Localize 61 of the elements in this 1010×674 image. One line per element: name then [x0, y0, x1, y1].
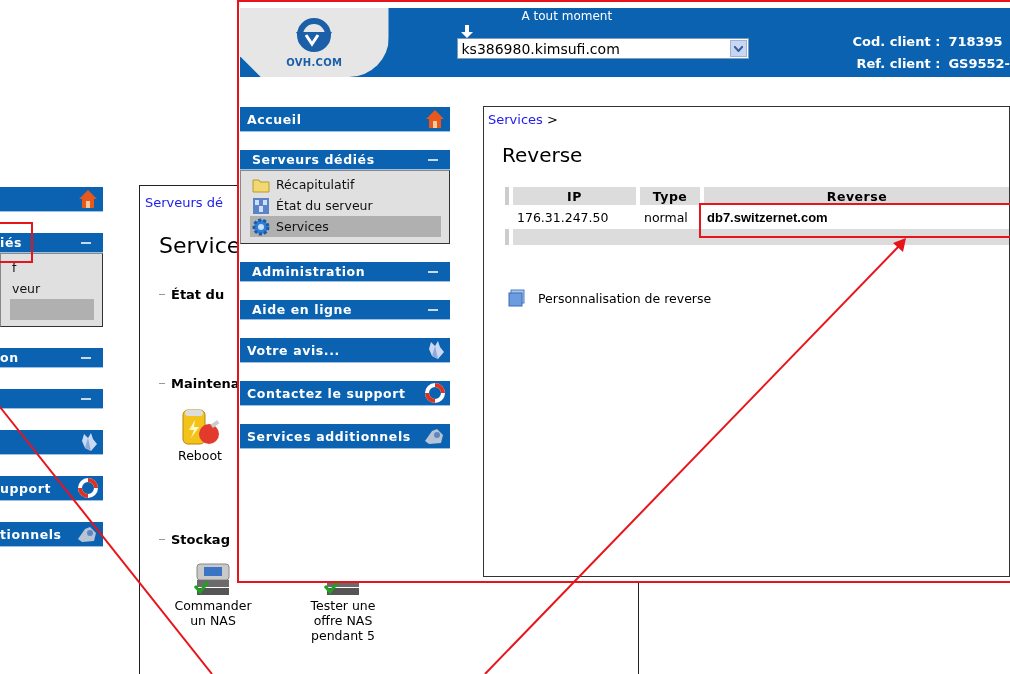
logo-text: OVH.COM: [286, 56, 343, 68]
sidebar-menu-header[interactable]: Contactez le support: [240, 381, 450, 406]
section-heading: État du: [171, 287, 225, 302]
lifebuoy-icon: [425, 383, 445, 403]
sidebar-menu-header[interactable]: iés: [0, 233, 103, 253]
section-heading: Stockag: [171, 532, 230, 547]
server-status-icon: [252, 196, 270, 215]
breadcrumb-separator: >: [546, 112, 558, 127]
client-label: Ref. client :: [855, 55, 941, 73]
highlight-frame: [0, 222, 33, 263]
sidebar-menu-header[interactable]: Serveurs dédiés: [240, 150, 450, 170]
section-heading: Maintena: [171, 376, 240, 391]
row-stripe: [505, 229, 509, 245]
breadcrumb-link[interactable]: Services: [488, 112, 543, 127]
folder-icon: [252, 176, 270, 193]
gadget-icon: [423, 427, 445, 445]
sidebar-menu-header[interactable]: upport: [0, 476, 103, 501]
gadget-icon: [76, 525, 98, 543]
server-label: A tout moment: [521, 9, 614, 23]
down-arrow-icon: [460, 25, 473, 38]
crystal-icon: [80, 432, 98, 452]
sidebar-menu-header[interactable]: Votre avis...: [240, 338, 450, 363]
server-select[interactable]: ks386980.kimsufi.com: [456, 38, 749, 59]
page-title: Service: [159, 233, 241, 258]
action-label[interactable]: Tester une offre NAS pendant 5: [297, 598, 389, 643]
row-stripe: [505, 187, 509, 205]
lifebuoy-icon: [78, 478, 98, 498]
sidebar-menu-header[interactable]: [0, 389, 103, 409]
sidebar-menu-header[interactable]: on: [0, 348, 103, 368]
table-cell: normal: [644, 209, 688, 225]
sidebar-menu-header[interactable]: Aide en ligne: [240, 300, 450, 320]
sidebar-menu-header[interactable]: [0, 430, 103, 455]
client-value: GS9552-: [948, 55, 1010, 73]
house-icon: [425, 109, 445, 129]
action-link[interactable]: Personnalisation de reverse: [538, 290, 712, 306]
caret-icon: [733, 45, 743, 52]
submenu-item[interactable]: veur: [10, 278, 94, 299]
crystal-icon: [427, 340, 445, 360]
sidebar-menu-header[interactable]: [0, 187, 103, 212]
dropdown-button[interactable]: [729, 40, 747, 57]
action-label[interactable]: Reboot: [178, 448, 222, 463]
house-icon: [78, 189, 98, 209]
client-label: Cod. client :: [852, 34, 941, 51]
window-icon: [508, 289, 526, 307]
breadcrumb-link[interactable]: Serveurs dé: [145, 195, 224, 210]
column-header: Type: [640, 187, 700, 205]
action-label[interactable]: Commander un NAS: [167, 598, 259, 628]
table-cell: db7.switzernet.com: [707, 209, 828, 225]
sidebar-menu-header[interactable]: tionnels: [0, 522, 103, 547]
sidebar-menu-header[interactable]: Accueil: [240, 107, 450, 132]
table-cell: 176.31.247.50: [517, 209, 609, 225]
column-header: IP: [513, 187, 636, 205]
sidebar-menu-header[interactable]: Administration: [240, 262, 450, 282]
nas-drive-icon: [194, 562, 232, 598]
sidebar-menu-header[interactable]: Services additionnels: [240, 424, 450, 449]
submenu-item[interactable]: Récapitulatif: [250, 174, 441, 195]
submenu-item[interactable]: Services: [250, 216, 441, 237]
gear-icon: [252, 217, 270, 236]
page-title: Reverse: [502, 143, 583, 167]
client-value: 718395: [948, 34, 1004, 51]
submenu-item[interactable]: État du serveur: [250, 195, 441, 216]
